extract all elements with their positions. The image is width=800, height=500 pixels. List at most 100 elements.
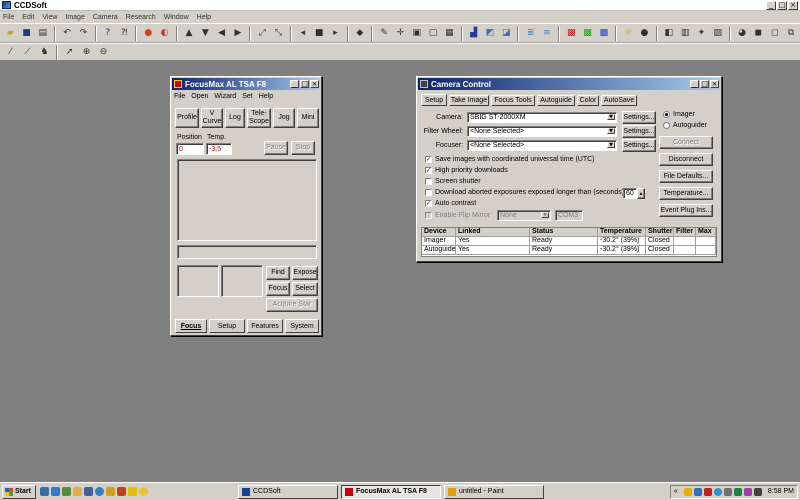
mini-button[interactable]: Mini — [297, 108, 319, 128]
up-arrow-icon[interactable]: ▲ — [182, 26, 196, 41]
cam-tab-focus-tools[interactable]: Focus Tools — [491, 95, 535, 106]
cow-icon[interactable]: ♞ — [37, 45, 52, 60]
globe-icon[interactable] — [95, 487, 104, 496]
menu-image[interactable]: Image — [65, 14, 84, 21]
filter-wheel-select[interactable]: <None Selected> ▼ — [467, 126, 617, 137]
camera-settings-button[interactable]: Settings... — [622, 111, 656, 124]
open-icon[interactable]: ▰ — [3, 26, 17, 41]
tray-app2-icon[interactable] — [743, 487, 752, 496]
noise-icon[interactable]: ▥ — [678, 26, 692, 41]
check-flip-mirror[interactable]: Enable Flip Mirror — [425, 212, 490, 219]
frame-icon[interactable]: ▣ — [410, 26, 424, 41]
folder-icon[interactable] — [106, 487, 115, 496]
fm-menu-help[interactable]: Help — [259, 93, 273, 100]
check-utc[interactable]: ✓ Save images with coordinated universal… — [425, 156, 595, 163]
fm-menu-wizard[interactable]: Wizard — [214, 93, 236, 100]
dark-icon[interactable]: ◼ — [751, 26, 765, 41]
check-download-aborted[interactable]: Download aborted exposures exposed longe… — [425, 189, 626, 196]
cam-tab-take-image[interactable]: Take Image — [449, 95, 489, 106]
profile-button[interactable]: Profile — [175, 108, 199, 128]
desktop-icon[interactable] — [40, 487, 49, 496]
tab-focus[interactable]: Focus — [175, 319, 207, 333]
filter-settings-button[interactable]: Settings... — [622, 125, 656, 138]
zoom-in-icon[interactable]: ⊕ — [79, 45, 94, 60]
temperature-button[interactable]: Temperature... — [659, 187, 713, 200]
check-high-priority[interactable]: ✓ High priority downloads — [425, 167, 508, 174]
stop-icon[interactable]: ■ — [312, 26, 326, 41]
fm-menu-set[interactable]: Set — [242, 93, 253, 100]
tray-shield-icon[interactable] — [683, 487, 692, 496]
sun-icon[interactable]: ☼ — [621, 26, 635, 41]
pen-icon[interactable]: ✎ — [377, 26, 391, 41]
telescope-icon[interactable]: ⟋ — [20, 45, 35, 60]
focuser-settings-button[interactable]: Settings... — [622, 139, 656, 152]
flip-mirror-select[interactable]: None ▼ — [497, 210, 551, 221]
cam-tab-autosave[interactable]: AutoSave — [601, 95, 637, 106]
pause-button[interactable]: Pause — [264, 141, 288, 155]
minimize-button[interactable]: _ — [766, 0, 776, 10]
crosshair-icon[interactable]: ✛ — [393, 26, 407, 41]
menu-camera[interactable]: Camera — [93, 14, 118, 21]
ball-icon[interactable]: ● — [637, 26, 651, 41]
zoom-fit-icon[interactable]: ⤢ — [255, 26, 269, 41]
focusmax-maximize-button[interactable]: □ — [300, 80, 309, 88]
stack2-icon[interactable]: ≡ — [540, 26, 554, 41]
color-icon[interactable]: ▩ — [564, 26, 578, 41]
camera-select[interactable]: SBIG ST-2000XM ▼ — [467, 112, 617, 123]
task-paint[interactable]: untitled - Paint — [444, 484, 544, 499]
clock[interactable]: 8:58 PM — [768, 488, 794, 495]
print-icon[interactable]: ▤ — [36, 26, 50, 41]
tray-antivirus-icon[interactable] — [703, 487, 712, 496]
cam-tab-setup[interactable]: Setup — [421, 94, 447, 106]
menu-file[interactable]: File — [3, 14, 14, 21]
acquire-star-button[interactable]: Acquire Star — [266, 298, 318, 312]
moon-icon[interactable]: ◕ — [735, 26, 749, 41]
task-focusmax[interactable]: FocusMax AL TSA F8 — [341, 484, 441, 499]
fm-menu-open[interactable]: Open — [191, 93, 208, 100]
next-icon[interactable]: ▸ — [328, 26, 342, 41]
menu-help[interactable]: Help — [197, 14, 211, 21]
right-arrow-icon[interactable]: ▶ — [231, 26, 245, 41]
redo-icon[interactable]: ↷ — [76, 26, 90, 41]
radio-autoguider[interactable]: Autoguider — [663, 122, 707, 129]
tray-globe-icon[interactable] — [713, 487, 722, 496]
menu-view[interactable]: View — [42, 14, 57, 21]
download-seconds-input[interactable]: 60 — [623, 188, 637, 199]
save-icon[interactable]: ■ — [19, 26, 33, 41]
check-screen-shutter[interactable]: Screen shutter — [425, 178, 481, 185]
help-icon[interactable]: ? — [101, 26, 115, 41]
log-button[interactable]: Log — [225, 108, 245, 128]
event-plugins-button[interactable]: Event Plug Ins... — [659, 204, 713, 217]
ie-icon[interactable] — [51, 487, 60, 496]
focuser-select[interactable]: <None Selected> ▼ — [467, 140, 617, 151]
tab-features[interactable]: Features — [247, 319, 283, 333]
tray-app3-icon[interactable] — [753, 487, 762, 496]
prev-icon[interactable]: ◂ — [296, 26, 310, 41]
undo-icon[interactable]: ↶ — [60, 26, 74, 41]
camera-minimize-button[interactable]: _ — [690, 80, 699, 88]
link-icon[interactable]: ● — [141, 26, 155, 41]
whats-this-icon[interactable]: ⁈ — [117, 26, 131, 41]
stop-button[interactable]: Stop — [291, 141, 315, 155]
left-arrow-icon[interactable]: ◀ — [214, 26, 228, 41]
menu-window[interactable]: Window — [164, 14, 189, 21]
cam-tab-autoguide[interactable]: Autoguide — [537, 95, 575, 106]
table-row[interactable]: Autoguider Yes Ready -30.2° (39%) Closed — [422, 246, 716, 255]
select-button[interactable]: Select — [292, 282, 318, 296]
start-button[interactable]: Start — [2, 484, 36, 499]
menu-edit[interactable]: Edit — [22, 14, 34, 21]
cam-tab-color[interactable]: Color — [577, 95, 599, 106]
smiley-icon[interactable] — [139, 487, 148, 496]
check-auto-contrast[interactable]: ✓ Auto contrast — [425, 200, 476, 207]
invert-icon[interactable]: ◧ — [662, 26, 676, 41]
image2-icon[interactable]: ◪ — [499, 26, 513, 41]
outlook-icon[interactable] — [84, 487, 93, 496]
focus-button[interactable]: Focus — [266, 282, 290, 296]
explorer-icon[interactable] — [73, 487, 82, 496]
box-icon[interactable]: ▦ — [442, 26, 456, 41]
focusmax-close-button[interactable]: × — [310, 80, 319, 88]
com-port-input[interactable]: COM3 — [555, 210, 583, 221]
window-icon[interactable]: ⧉ — [784, 26, 798, 41]
seconds-spinner[interactable]: ▲ — [637, 188, 645, 199]
disconnect-button[interactable]: Disconnect — [659, 153, 713, 166]
